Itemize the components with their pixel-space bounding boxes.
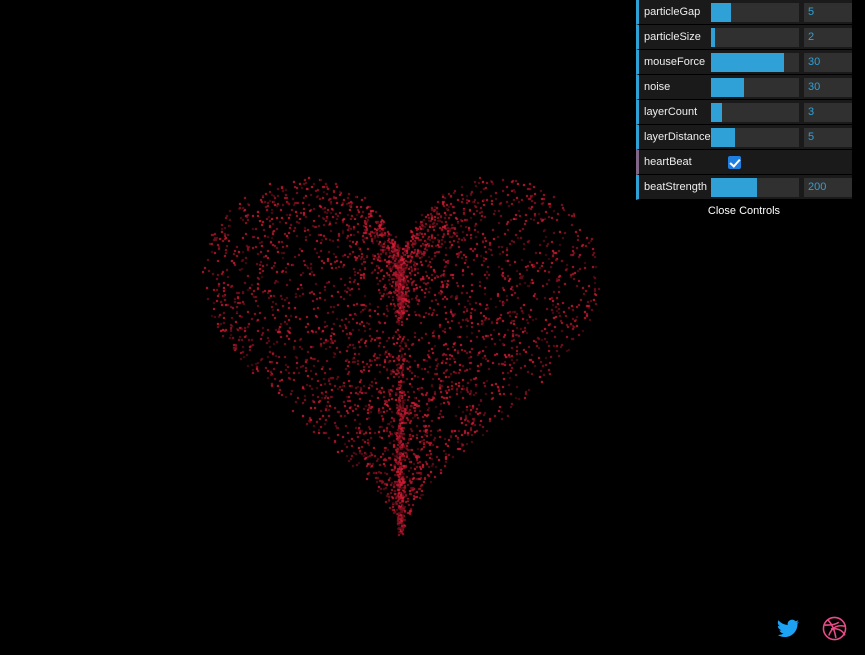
gui-label-layerDistance: layerDistance	[644, 130, 711, 143]
gui-row-particleSize: particleSize 2	[636, 25, 852, 50]
dribbble-link[interactable]	[822, 616, 847, 641]
gui-row-noise: noise 30	[636, 75, 852, 100]
value-field-noise[interactable]: 30	[804, 77, 852, 97]
value-field-particleGap[interactable]: 5	[804, 2, 852, 22]
slider-fill-particleGap	[711, 2, 732, 22]
close-controls-button[interactable]: Close Controls	[636, 200, 852, 220]
slider-fill-beatStrength	[711, 177, 757, 197]
gui-controls-list: particleGap 5 particleSize 2 mouseForce 30 noi…	[636, 0, 852, 200]
gui-row-mouseForce: mouseForce 30	[636, 50, 852, 75]
slider-fill-noise	[711, 77, 745, 97]
twitter-link[interactable]	[776, 617, 800, 641]
gui-label-particleSize: particleSize	[644, 30, 701, 43]
social-links	[776, 616, 847, 641]
gui-label-layerCount: layerCount	[644, 105, 698, 118]
gui-control-layerDistance: 5	[711, 125, 852, 150]
gui-control-particleSize: 2	[711, 25, 852, 50]
gui-row-layerDistance: layerDistance 5	[636, 125, 852, 150]
slider-fill-layerDistance	[711, 127, 735, 147]
dribbble-icon	[822, 616, 847, 641]
slider-noise[interactable]	[711, 77, 799, 97]
slider-layerCount[interactable]	[711, 102, 799, 122]
gui-row-beatStrength: beatStrength 200	[636, 175, 852, 200]
slider-fill-particleSize	[711, 27, 716, 47]
gui-label-beatStrength: beatStrength	[644, 180, 707, 193]
slider-particleGap[interactable]	[711, 2, 799, 22]
gui-row-heartBeat: heartBeat	[636, 150, 852, 175]
gui-row-particleGap: particleGap 5	[636, 0, 852, 25]
value-field-layerDistance[interactable]: 5	[804, 127, 852, 147]
slider-mouseForce[interactable]	[711, 52, 799, 72]
gui-label-heartBeat: heartBeat	[644, 155, 692, 168]
app-stage: particleGap 5 particleSize 2 mouseForce 30 noi…	[0, 0, 865, 655]
gui-control-layerCount: 3	[711, 100, 852, 125]
slider-fill-layerCount	[711, 102, 723, 122]
checkbox-heartBeat[interactable]	[728, 155, 741, 169]
value-field-particleSize[interactable]: 2	[804, 27, 852, 47]
gui-row-layerCount: layerCount 3	[636, 100, 852, 125]
slider-beatStrength[interactable]	[711, 177, 799, 197]
slider-fill-mouseForce	[711, 52, 785, 72]
value-field-beatStrength[interactable]: 200	[804, 177, 852, 197]
value-field-layerCount[interactable]: 3	[804, 102, 852, 122]
gui-label-mouseForce: mouseForce	[644, 55, 706, 68]
gui-control-beatStrength: 200	[711, 175, 852, 200]
gui-control-particleGap: 5	[711, 0, 852, 25]
slider-layerDistance[interactable]	[711, 127, 799, 147]
gui-control-mouseForce: 30	[711, 50, 852, 75]
gui-label-noise: noise	[644, 80, 671, 93]
twitter-icon	[777, 619, 799, 637]
value-field-mouseForce[interactable]: 30	[804, 52, 852, 72]
slider-particleSize[interactable]	[711, 27, 799, 47]
gui-label-particleGap: particleGap	[644, 5, 701, 18]
dat-gui-panel: particleGap 5 particleSize 2 mouseForce 30 noi…	[636, 0, 852, 220]
gui-control-heartBeat	[718, 150, 852, 175]
gui-control-noise: 30	[711, 75, 852, 100]
